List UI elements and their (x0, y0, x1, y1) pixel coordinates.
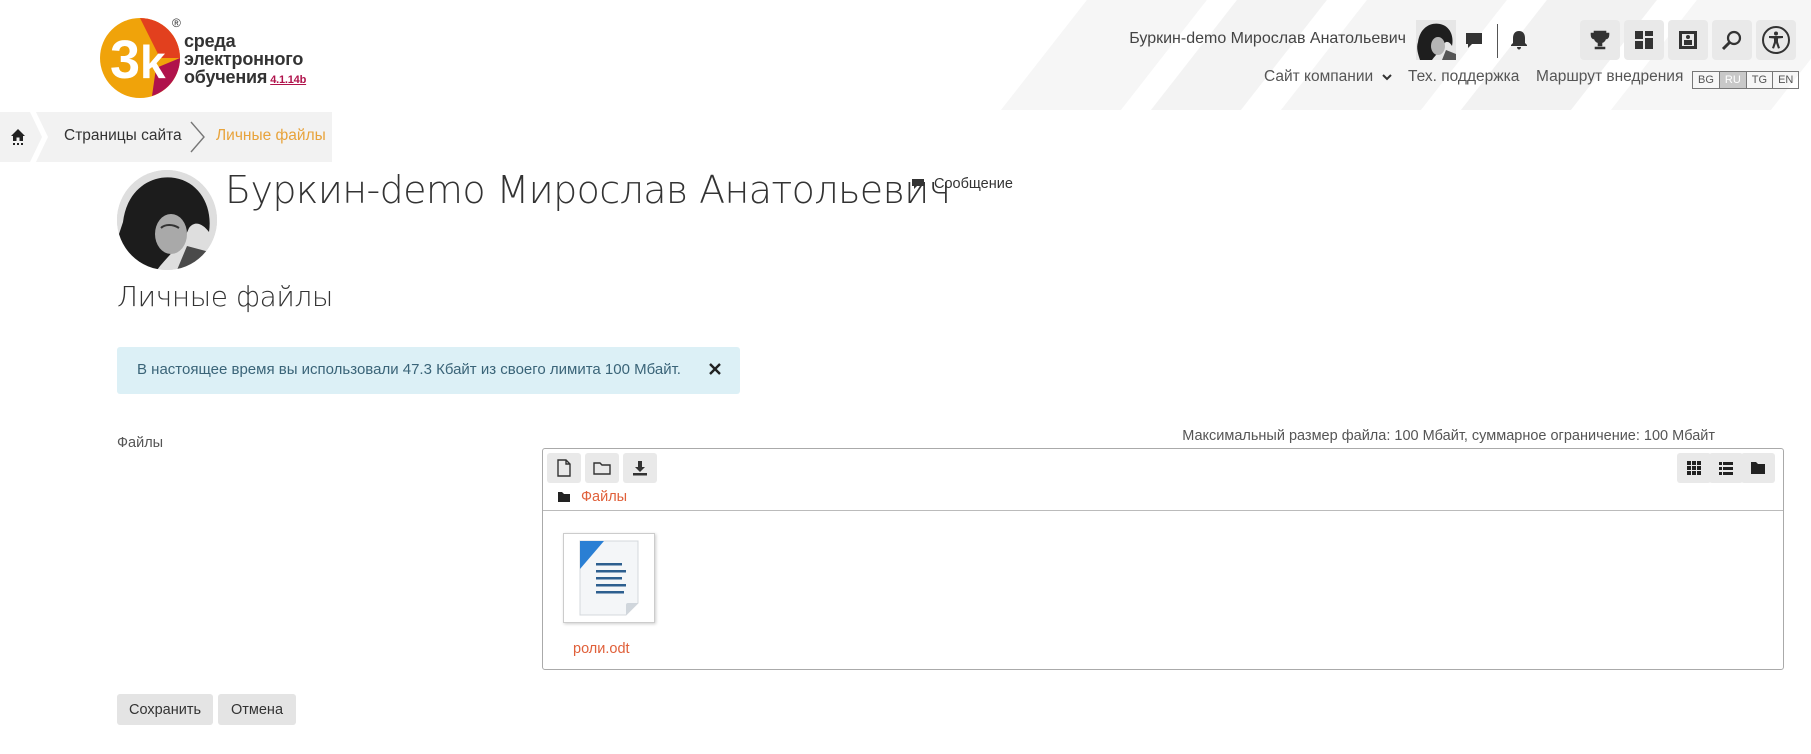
download-icon (633, 461, 647, 476)
lang-en[interactable]: EN (1773, 72, 1798, 88)
folder-view-icon (1751, 462, 1765, 474)
breadcrumb-current: Личные файлы (216, 127, 326, 144)
create-folder-button[interactable] (585, 453, 619, 483)
profile-photo (117, 170, 217, 270)
lang-tg[interactable]: TG (1747, 72, 1774, 88)
grid-view-icon (1687, 461, 1701, 475)
user-menu-name[interactable]: Буркин-demo Мирослав Анатольевич (1129, 30, 1406, 48)
logo-text: среда электронного обучения 4.1.14b (184, 31, 307, 87)
search-icon (1721, 30, 1742, 51)
path-root-link[interactable]: Файлы (581, 489, 627, 505)
version-link[interactable]: 4.1.14b (270, 74, 306, 86)
profile-avatar (117, 170, 217, 270)
svg-text:3: 3 (110, 30, 140, 90)
message-icon (912, 179, 924, 189)
avatar-photo (1416, 20, 1456, 60)
view-icons-button[interactable] (1677, 453, 1711, 483)
lang-ru[interactable]: RU (1719, 72, 1747, 88)
close-icon (709, 363, 721, 375)
site-logo[interactable]: 3 k ® среда электронного обучения 4.1.14b (100, 16, 340, 104)
add-file-button[interactable] (547, 453, 581, 483)
achievements-trophy-button[interactable] (1580, 20, 1620, 60)
header-divider (1497, 24, 1498, 58)
profile-name: Буркин-demo Мирослав Анатольевич (225, 168, 951, 212)
page-title: Личные файлы (117, 280, 333, 313)
home-icon (11, 129, 25, 145)
breadcrumb-site-pages[interactable]: Страницы сайта (64, 127, 182, 145)
breadcrumb-separator-icon (30, 112, 48, 162)
list-view-icon (1719, 462, 1733, 475)
view-list-button[interactable] (1709, 453, 1743, 483)
breadcrumb: Страницы сайта Личные файлы (0, 112, 332, 162)
quota-alert: В настоящее время вы использовали 47.3 К… (117, 347, 740, 394)
download-button[interactable] (623, 453, 657, 483)
nav-company-site[interactable]: Сайт компании (1264, 68, 1392, 86)
cancel-button[interactable]: Отмена (218, 694, 296, 725)
user-avatar[interactable] (1416, 20, 1456, 60)
courses-button[interactable] (1668, 20, 1708, 60)
notifications-bell-icon[interactable] (1507, 28, 1531, 52)
trophy-icon (1590, 30, 1610, 50)
dashboard-button[interactable] (1624, 20, 1664, 60)
search-button[interactable] (1712, 20, 1752, 60)
accessibility-button[interactable] (1756, 20, 1796, 60)
new-folder-icon (593, 462, 611, 475)
file-manager: Файлы роли.odt (542, 448, 1784, 670)
breadcrumb-chevron-icon (190, 121, 205, 153)
nav-support[interactable]: Тех. поддержка (1408, 68, 1519, 86)
send-message-link[interactable]: Сообщение (912, 176, 1013, 192)
logo-mark-icon: 3 k (100, 18, 180, 98)
dashboard-grid-icon (1635, 31, 1653, 49)
alert-text: В настоящее время вы использовали 47.3 К… (137, 361, 681, 378)
file-manager-divider (543, 510, 1783, 511)
folder-icon (558, 492, 570, 502)
accessibility-icon (1762, 26, 1790, 54)
messages-icon[interactable] (1462, 28, 1486, 52)
file-manager-path: Файлы (557, 489, 627, 505)
alert-close-button[interactable] (705, 359, 725, 379)
logo-registered-mark: ® (172, 16, 181, 30)
save-button[interactable]: Сохранить (117, 694, 213, 725)
file-name-link[interactable]: роли.odt (573, 641, 630, 657)
lang-bg[interactable]: BG (1693, 72, 1720, 88)
files-limit-text: Максимальный размер файла: 100 Мбайт, су… (1182, 428, 1715, 444)
file-thumbnail[interactable] (563, 533, 655, 623)
nav-roadmap[interactable]: Маршрут внедрения (1536, 68, 1683, 86)
new-file-icon (557, 459, 571, 477)
courses-icon (1679, 31, 1697, 49)
language-switcher: BG RU TG EN (1692, 71, 1800, 89)
svg-text:k: k (140, 36, 166, 88)
document-file-icon (579, 540, 639, 616)
files-field-label: Файлы (117, 435, 164, 451)
view-tree-button[interactable] (1741, 453, 1775, 483)
chevron-down-icon (1381, 74, 1392, 81)
